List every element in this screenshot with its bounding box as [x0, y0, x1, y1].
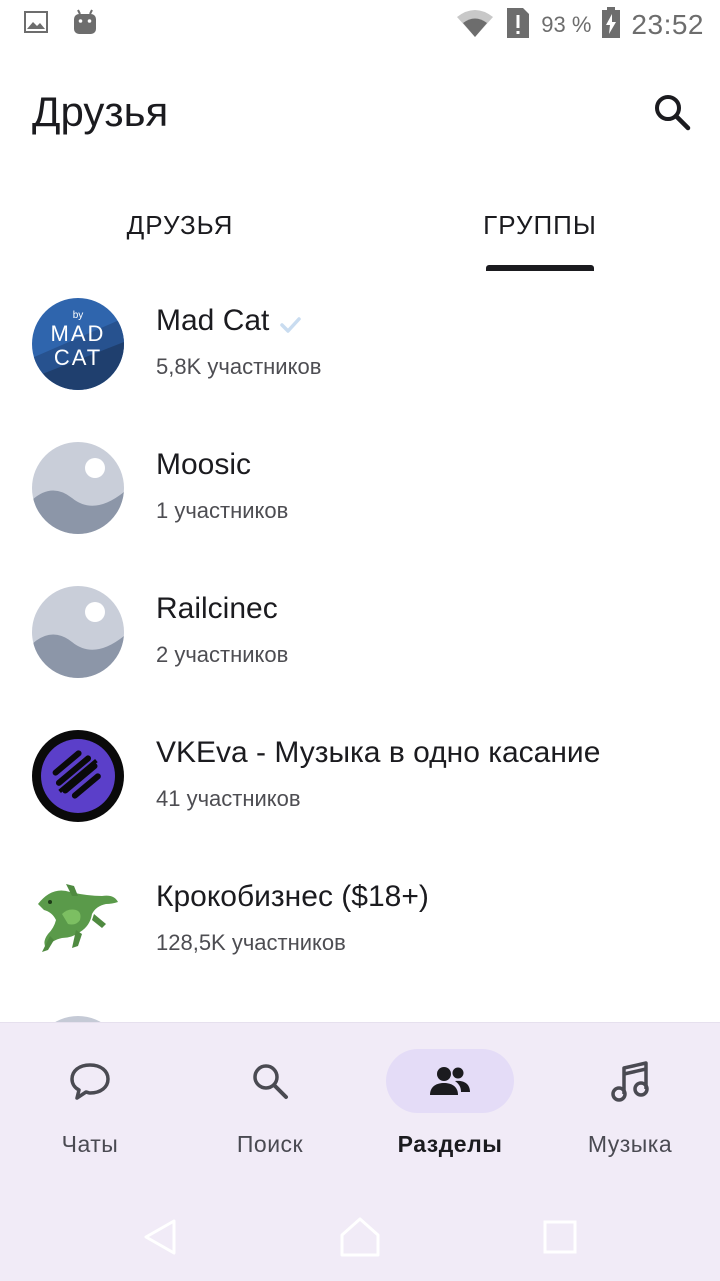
groups-list: by MAD CAT Mad Cat 5,8K участников Moosi…: [0, 282, 720, 1002]
list-item[interactable]: Railcinec 2 участников: [0, 570, 720, 714]
group-members: 1 участников: [156, 498, 289, 523]
group-name: Mad Cat: [156, 304, 270, 337]
group-members: 2 участников: [156, 642, 289, 667]
music-icon: [611, 1061, 649, 1102]
image-icon: [24, 11, 48, 38]
group-name-row: Mad Cat: [156, 304, 302, 338]
group-name: VKEva - Музыка в одно касание: [156, 736, 601, 769]
wifi-icon: [455, 7, 495, 44]
chat-icon: [70, 1063, 110, 1100]
bottom-nav: Чаты Поиск Разделы Музыка: [0, 1022, 720, 1281]
home-icon: [340, 1217, 380, 1257]
nav-chats-pill: [26, 1049, 154, 1113]
search-button[interactable]: [648, 88, 696, 136]
nav-sections-label: Разделы: [397, 1131, 503, 1157]
group-members: 5,8K участников: [156, 354, 322, 379]
list-item[interactable]: by MAD CAT Mad Cat 5,8K участников: [0, 282, 720, 426]
sim-alert-icon: [505, 6, 531, 45]
nav-chats[interactable]: Чаты: [0, 1023, 180, 1183]
battery-charging-icon: [601, 6, 621, 44]
search-icon: [253, 1064, 288, 1099]
mad-cat-avatar: by MAD CAT: [32, 298, 124, 390]
list-item[interactable]: Moosic 1 участников: [0, 426, 720, 570]
tab-indicator: [486, 265, 594, 271]
nav-music-pill: [566, 1049, 694, 1113]
logo-text-by: by: [73, 310, 84, 321]
recents-square-icon: [543, 1220, 577, 1254]
tab-bar: ДРУЗЬЯ ГРУППЫ: [0, 190, 720, 274]
placeholder-avatar-icon: [32, 442, 124, 534]
group-members: 41 участников: [156, 786, 301, 811]
nav-music[interactable]: Музыка: [540, 1023, 720, 1183]
vkeva-avatar: [32, 730, 124, 822]
tab-friends[interactable]: ДРУЗЬЯ: [0, 190, 360, 274]
list-item[interactable]: VKEva - Музыка в одно касание 41 участни…: [0, 714, 720, 858]
placeholder-avatar-icon: [32, 586, 124, 678]
tab-groups[interactable]: ГРУППЫ: [360, 190, 720, 274]
logo-text-line2: CAT: [54, 345, 102, 370]
page-title: Друзья: [32, 88, 169, 135]
back-triangle-icon: [144, 1219, 176, 1255]
status-bar: 93 % 23:52: [0, 0, 720, 50]
back-button[interactable]: [138, 1215, 182, 1259]
tab-friends-label: ДРУЗЬЯ: [126, 210, 234, 240]
group-name: Крокобизнес ($18+): [156, 880, 429, 913]
home-button[interactable]: [338, 1215, 382, 1259]
crocodile-avatar: [32, 874, 124, 966]
nav-sections[interactable]: Разделы: [360, 1023, 540, 1183]
recents-button[interactable]: [538, 1215, 582, 1259]
verified-check-icon: [279, 310, 302, 333]
group-members: 128,5K участников: [156, 930, 346, 955]
nav-search-label: Поиск: [236, 1131, 304, 1157]
logo-text-line1: MAD: [51, 321, 106, 346]
people-icon: [430, 1067, 470, 1095]
system-navigation-bar: [0, 1191, 720, 1281]
search-icon: [655, 95, 691, 131]
group-name: Moosic: [156, 448, 252, 481]
nav-sections-pill: [386, 1049, 514, 1113]
clock: 23:52: [631, 9, 704, 40]
android-icon: [72, 8, 98, 41]
nav-music-label: Музыка: [587, 1131, 673, 1157]
nav-search[interactable]: Поиск: [180, 1023, 360, 1183]
list-item[interactable]: Крокобизнес ($18+) 128,5K участников: [0, 858, 720, 1002]
nav-chats-label: Чаты: [61, 1131, 119, 1157]
group-name: Railcinec: [156, 592, 278, 625]
battery-percent: 93 %: [541, 12, 592, 37]
nav-search-pill: [206, 1049, 334, 1113]
